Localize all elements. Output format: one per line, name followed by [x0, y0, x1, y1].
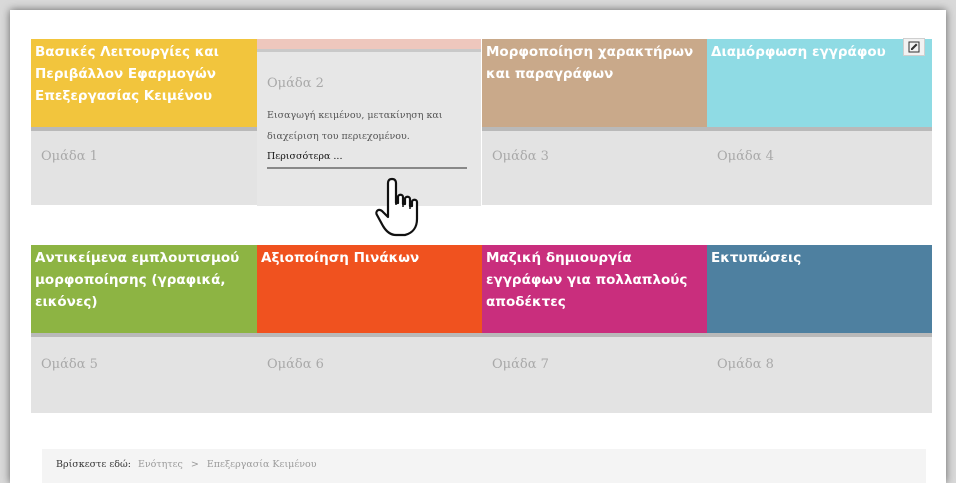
tile-group-label: Ομάδα 5 — [31, 337, 257, 413]
tile-group-label: Ομάδα 8 — [707, 337, 932, 413]
breadcrumb: Βρίσκεστε εδώ: Ενότητες > Επεξεργασία Κε… — [42, 449, 926, 483]
tile-title: Εκτυπώσεις — [707, 245, 932, 337]
breadcrumb-separator: > — [190, 459, 199, 470]
tile-group-4[interactable]: Διαμόρφωση εγγράφου Ομάδα 4 — [707, 39, 932, 205]
tile-title: Διαμόρφωση εγγράφου — [707, 39, 932, 131]
tile-group-label: Ομάδα 6 — [257, 337, 482, 413]
tile-group-8[interactable]: Εκτυπώσεις Ομάδα 8 — [707, 245, 932, 413]
tile-group-7[interactable]: Μαζική δημιουργία εγγράφων για πολλαπλού… — [482, 245, 708, 413]
pencil-icon — [908, 41, 920, 53]
tile-group-label: Ομάδα 7 — [482, 337, 708, 413]
tile-group-label: Ομάδα 4 — [707, 131, 932, 205]
tile-title: Αξιοποίηση Πινάκων — [257, 245, 482, 337]
tile-group-2-hover-card[interactable]: Ομάδα 2 Εισαγωγή κειμένου, μετακίνηση κα… — [257, 39, 481, 206]
breadcrumb-item-word-processing: Επεξεργασία Κειμένου — [206, 459, 317, 470]
breadcrumb-label: Βρίσκεστε εδώ: — [56, 459, 131, 470]
tile-title: Μαζική δημιουργία εγγράφων για πολλαπλού… — [482, 245, 708, 337]
tile-title: Βασικές Λειτουργίες και Περιβάλλον Εφαρμ… — [31, 39, 257, 131]
more-link[interactable]: Περισσότερα ... — [267, 151, 467, 169]
tile-group-label: Ομάδα 3 — [482, 131, 708, 205]
breadcrumb-item-sections[interactable]: Ενότητες — [138, 459, 183, 470]
edit-icon[interactable] — [903, 38, 925, 56]
tile-group-3[interactable]: Μορφοποίηση χαρακτήρων και παραγράφων Ομ… — [482, 39, 708, 205]
hand-pointer-icon — [375, 177, 419, 237]
tile-title: Μορφοποίηση χαρακτήρων και παραγράφων — [482, 39, 708, 131]
tile-group-label: Ομάδα 1 — [31, 131, 257, 205]
tile-group-label: Ομάδα 2 — [267, 76, 324, 91]
tile-title: Αντικείμενα εμπλουτισμού μορφοποίησης (γ… — [31, 245, 257, 337]
tile-color-strip — [257, 39, 481, 52]
tile-description: Εισαγωγή κειμένου, μετακίνηση και διαχεί… — [267, 110, 443, 142]
tile-group-5[interactable]: Αντικείμενα εμπλουτισμού μορφοποίησης (γ… — [31, 245, 257, 413]
tile-group-6[interactable]: Αξιοποίηση Πινάκων Ομάδα 6 — [257, 245, 482, 413]
tile-group-1[interactable]: Βασικές Λειτουργίες και Περιβάλλον Εφαρμ… — [31, 39, 257, 205]
